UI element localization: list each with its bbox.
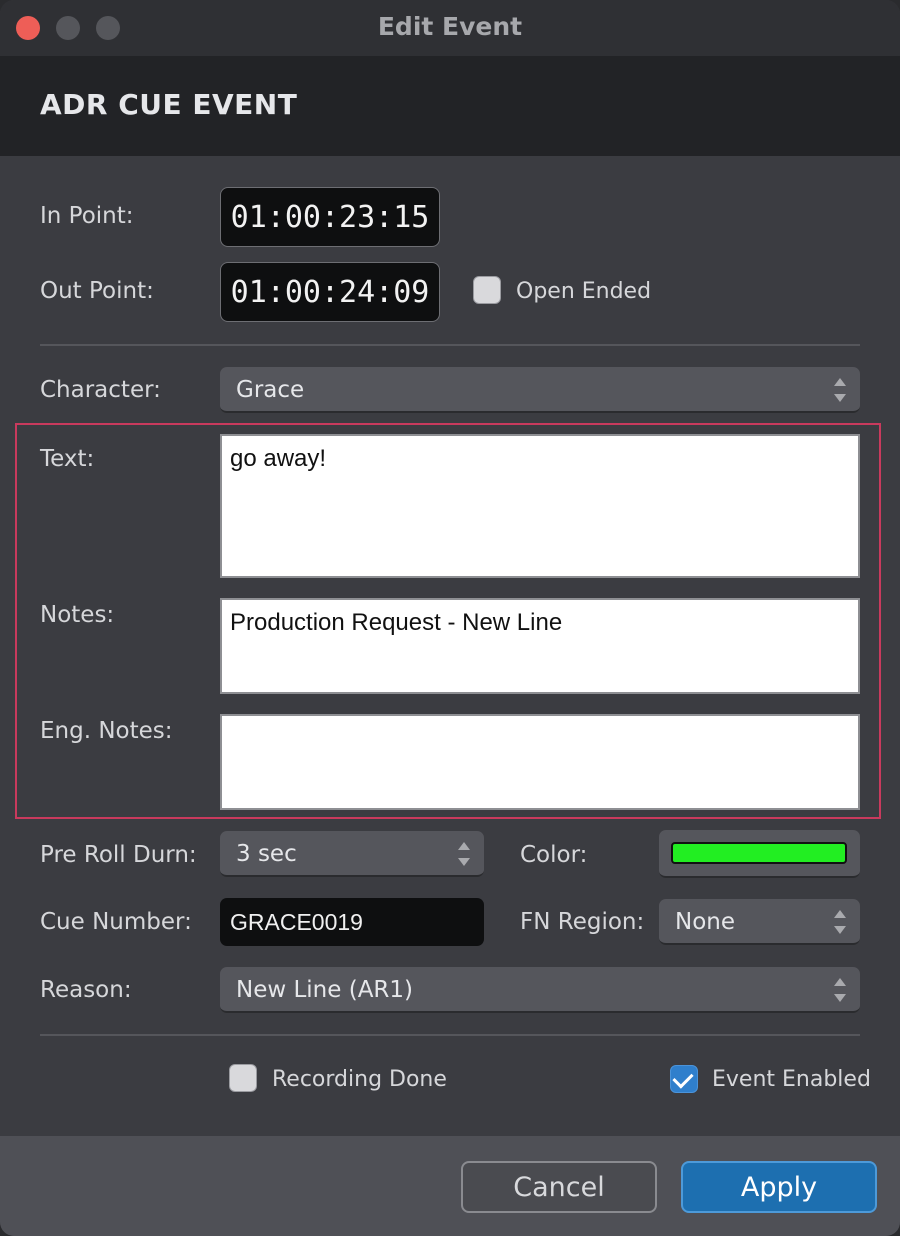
stepper-arrows-icon	[834, 908, 848, 936]
out-point-label: Out Point:	[40, 278, 154, 304]
notes-label: Notes:	[40, 602, 115, 628]
checkmark-icon	[672, 1067, 694, 1089]
stepper-arrows-icon	[458, 840, 472, 868]
out-point-field[interactable]: 01:00:24:09	[220, 262, 440, 322]
open-ended-checkbox[interactable]	[473, 276, 501, 304]
header-title: ADR CUE EVENT	[40, 88, 298, 121]
reason-value: New Line (AR1)	[236, 977, 414, 1003]
recording-done-label: Recording Done	[272, 1067, 447, 1092]
cancel-button[interactable]: Cancel	[461, 1161, 657, 1213]
text-area[interactable]: go away!	[220, 434, 860, 578]
reason-label: Reason:	[40, 977, 132, 1003]
pre-roll-label: Pre Roll Durn:	[40, 842, 197, 868]
divider-bottom	[40, 1034, 860, 1036]
edit-event-window: Edit Event ADR CUE EVENT In Point: 01:00…	[0, 0, 900, 1236]
fn-region-value: None	[675, 909, 736, 935]
dialog-header: ADR CUE EVENT	[0, 56, 900, 156]
stepper-arrows-icon	[834, 976, 848, 1004]
character-value: Grace	[236, 377, 305, 403]
recording-done-checkbox[interactable]	[229, 1064, 257, 1092]
text-label: Text:	[40, 446, 95, 472]
fn-region-label: FN Region:	[520, 909, 645, 935]
color-swatch	[671, 842, 847, 864]
eng-notes-label: Eng. Notes:	[40, 718, 173, 744]
pre-roll-select[interactable]: 3 sec	[220, 831, 484, 877]
eng-notes-area[interactable]	[220, 714, 860, 810]
in-point-label: In Point:	[40, 203, 134, 229]
window-title: Edit Event	[377, 12, 523, 41]
event-enabled-label: Event Enabled	[712, 1067, 871, 1092]
event-enabled-checkbox[interactable]	[670, 1065, 698, 1093]
stepper-arrows-icon	[834, 376, 848, 404]
character-select[interactable]: Grace	[220, 367, 860, 413]
character-label: Character:	[40, 377, 161, 403]
divider-top	[40, 344, 860, 346]
color-label: Color:	[520, 842, 588, 868]
in-point-field[interactable]: 01:00:23:15	[220, 187, 440, 247]
reason-select[interactable]: New Line (AR1)	[220, 967, 860, 1013]
cue-number-label: Cue Number:	[40, 909, 192, 935]
apply-button[interactable]: Apply	[681, 1161, 877, 1213]
dialog-footer: Cancel Apply	[0, 1136, 900, 1236]
fn-region-select[interactable]: None	[659, 899, 860, 945]
pre-roll-value: 3 sec	[236, 841, 297, 867]
title-bar: Edit Event	[0, 0, 900, 56]
open-ended-label: Open Ended	[516, 279, 652, 304]
notes-area[interactable]: Production Request - New Line	[220, 598, 860, 694]
color-well[interactable]	[659, 830, 860, 878]
cue-number-input[interactable]: GRACE0019	[220, 898, 484, 946]
